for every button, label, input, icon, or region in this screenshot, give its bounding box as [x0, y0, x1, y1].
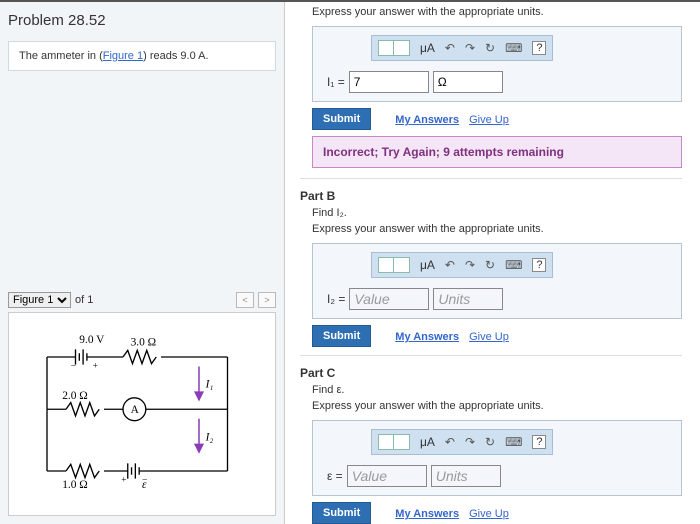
symbol-icon[interactable] — [394, 40, 410, 56]
partb-toolbar: μA ↶ ↷ ↻ ⌨ ? — [371, 252, 553, 278]
partc-toolbar: μA ↶ ↷ ↻ ⌨ ? — [371, 429, 553, 455]
partc-header: Part C — [300, 366, 682, 380]
svg-text:+: + — [121, 475, 126, 485]
parta-var: I₁ = — [327, 75, 345, 89]
parta-unit-input[interactable] — [433, 71, 503, 93]
partb-answer-box: μA ↶ ↷ ↻ ⌨ ? I₂ = Value Units — [312, 243, 682, 319]
svg-text:−: − — [142, 475, 147, 485]
units-button[interactable]: μA — [420, 435, 435, 449]
svg-text:−: − — [71, 361, 76, 371]
svg-text:+: + — [93, 361, 98, 371]
label-r-top: 3.0 Ω — [131, 337, 157, 349]
partb-var: I₂ = — [327, 292, 345, 306]
label-i1: I₁ — [205, 378, 214, 390]
symbol-icon[interactable] — [394, 434, 410, 450]
figure-toolbar: Figure 1 of 1 < > — [8, 292, 276, 308]
partc-submit-row: Submit My Answers Give Up — [312, 502, 682, 524]
parta-submit-row: Submit My Answers Give Up — [312, 108, 682, 130]
label-i2: I₂ — [205, 432, 214, 444]
separator — [300, 178, 682, 179]
reset-icon[interactable]: ↻ — [485, 435, 495, 449]
help-icon[interactable]: ? — [532, 435, 546, 449]
label-ammeter: A — [131, 404, 140, 416]
units-button[interactable]: μA — [420, 41, 435, 55]
partb-header: Part B — [300, 189, 682, 203]
redo-icon[interactable]: ↷ — [465, 258, 475, 272]
parta-myanswers-link[interactable]: My Answers — [395, 114, 459, 126]
parta-toolbar: μA ↶ ↷ ↻ ⌨ ? — [371, 35, 553, 61]
figure-next-button[interactable]: > — [258, 292, 276, 308]
figure-link[interactable]: Figure 1 — [103, 50, 143, 62]
partc-myanswers-link[interactable]: My Answers — [395, 508, 459, 520]
template-icon[interactable] — [378, 40, 394, 56]
help-icon[interactable]: ? — [532, 41, 546, 55]
undo-icon[interactable]: ↶ — [445, 41, 455, 55]
parta-instruct: Express your answer with the appropriate… — [312, 6, 682, 18]
partc-input-row: ε = Value Units — [323, 465, 671, 487]
parta-submit-button[interactable]: Submit — [312, 108, 371, 130]
symbol-icon[interactable] — [394, 257, 410, 273]
partc-answer-box: μA ↶ ↷ ↻ ⌨ ? ε = Value Units — [312, 420, 682, 496]
right-pane: Express your answer with the appropriate… — [285, 2, 700, 524]
left-pane: Problem 28.52 The ammeter in (Figure 1) … — [0, 2, 285, 524]
prompt-pre: The ammeter in ( — [19, 50, 103, 62]
redo-icon[interactable]: ↷ — [465, 41, 475, 55]
partb-instruct: Express your answer with the appropriate… — [312, 223, 682, 235]
keyboard-icon[interactable]: ⌨ — [505, 258, 522, 272]
keyboard-icon[interactable]: ⌨ — [505, 41, 522, 55]
parta-value-input[interactable] — [349, 71, 429, 93]
partb-submit-row: Submit My Answers Give Up — [312, 325, 682, 347]
partb-find: Find I₂. — [312, 207, 682, 219]
partb-unit-input[interactable]: Units — [433, 288, 503, 310]
parta-answer-box: μA ↶ ↷ ↻ ⌨ ? I₁ = — [312, 26, 682, 102]
partc-instruct: Express your answer with the appropriate… — [312, 400, 682, 412]
partb-value-input[interactable]: Value — [349, 288, 429, 310]
help-icon[interactable]: ? — [532, 258, 546, 272]
undo-icon[interactable]: ↶ — [445, 435, 455, 449]
label-voltage: 9.0 V — [79, 334, 105, 346]
reset-icon[interactable]: ↻ — [485, 258, 495, 272]
redo-icon[interactable]: ↷ — [465, 435, 475, 449]
partc-giveup-link[interactable]: Give Up — [469, 508, 509, 520]
template-icon[interactable] — [378, 434, 394, 450]
partb-input-row: I₂ = Value Units — [323, 288, 671, 310]
label-r-mid: 2.0 Ω — [62, 390, 88, 402]
circuit-diagram: 9.0 V 3.0 Ω 2.0 Ω 1.0 Ω A I₁ I₂ ε −+ +− — [15, 319, 269, 509]
partc-value-input[interactable]: Value — [347, 465, 427, 487]
figure-prev-button[interactable]: < — [236, 292, 254, 308]
label-r-bot: 1.0 Ω — [62, 479, 88, 491]
units-button[interactable]: μA — [420, 258, 435, 272]
reset-icon[interactable]: ↻ — [485, 41, 495, 55]
partc-unit-input[interactable]: Units — [431, 465, 501, 487]
partc-var: ε = — [327, 469, 343, 483]
parta-giveup-link[interactable]: Give Up — [469, 114, 509, 126]
template-icon[interactable] — [378, 257, 394, 273]
prompt-post: ) reads 9.0 A. — [143, 50, 208, 62]
problem-prompt: The ammeter in (Figure 1) reads 9.0 A. — [8, 41, 276, 71]
partb-submit-button[interactable]: Submit — [312, 325, 371, 347]
partb-giveup-link[interactable]: Give Up — [469, 331, 509, 343]
figure-count: of 1 — [75, 294, 93, 306]
partc-submit-button[interactable]: Submit — [312, 502, 371, 524]
figure-panel: 9.0 V 3.0 Ω 2.0 Ω 1.0 Ω A I₁ I₂ ε −+ +− — [8, 312, 276, 516]
parta-feedback: Incorrect; Try Again; 9 attempts remaini… — [312, 136, 682, 168]
partc-find: Find ε. — [312, 384, 682, 396]
undo-icon[interactable]: ↶ — [445, 258, 455, 272]
parta-input-row: I₁ = — [323, 71, 671, 93]
partb-myanswers-link[interactable]: My Answers — [395, 331, 459, 343]
keyboard-icon[interactable]: ⌨ — [505, 435, 522, 449]
problem-title: Problem 28.52 — [8, 12, 276, 29]
separator — [300, 355, 682, 356]
figure-select[interactable]: Figure 1 — [8, 292, 71, 308]
